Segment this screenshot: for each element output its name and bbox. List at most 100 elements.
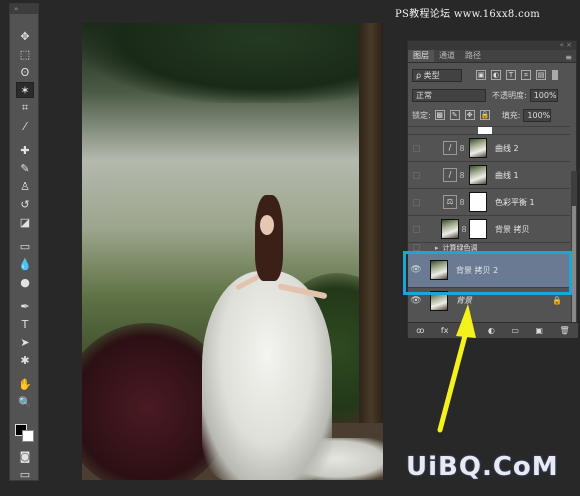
tab-channels[interactable]: 通道 — [434, 50, 460, 62]
filter-shape-icon[interactable]: ⌗ — [521, 70, 531, 80]
lock-pixels-icon[interactable]: ✎ — [449, 110, 460, 120]
marquee-icon[interactable]: ⬚ — [16, 46, 34, 62]
layers-scroll-thumb[interactable] — [572, 206, 576, 326]
zoom-icon[interactable]: 🔍 — [16, 394, 34, 410]
visibility-toggle[interactable] — [413, 198, 420, 206]
group-row[interactable]: ▸ 计算绿色调 — [408, 242, 570, 252]
tree-trunk — [359, 23, 383, 423]
fill-label: 填充: — [501, 110, 521, 120]
layer-thumb — [430, 260, 448, 280]
new-layer-icon[interactable]: ▣ — [535, 326, 543, 335]
crop-icon[interactable]: ⌗ — [16, 100, 34, 116]
layer-name: 曲线 2 — [495, 143, 519, 153]
link-icon: 8 — [459, 170, 465, 180]
layer-mask-thumb — [469, 138, 487, 158]
layer-name: 色彩平衡 1 — [495, 197, 535, 207]
visibility-toggle[interactable] — [413, 225, 420, 233]
trash-icon[interactable]: 🗑 — [560, 326, 570, 335]
layer-row-partial — [408, 126, 570, 134]
visibility-toggle[interactable] — [413, 244, 420, 251]
folder-icon[interactable]: ▭ — [511, 326, 519, 335]
partial-mask-thumb — [478, 127, 492, 134]
clone-stamp-icon[interactable]: ♙ — [16, 178, 34, 194]
layer-mask-thumb — [469, 192, 487, 212]
eye-icon[interactable]: 👁 — [408, 265, 424, 275]
tab-paths[interactable]: 路径 — [460, 50, 486, 62]
link-icon: 8 — [459, 143, 465, 153]
layer-name: 背景 拷贝 — [495, 224, 530, 234]
color-balance-icon: ⚖ — [443, 195, 457, 209]
history-brush-icon[interactable]: ↺ — [16, 196, 34, 212]
filter-smart-icon[interactable]: ▤ — [536, 70, 546, 80]
bride-face — [260, 215, 274, 235]
layers-panel: « × 图层 通道 路径 ≡ ρ 类型 ▣ ◐ T ⌗ ▤ 正常 不透明度: 1… — [407, 40, 578, 338]
layer-thumb — [441, 219, 459, 239]
brush-icon[interactable]: ✎ — [16, 160, 34, 176]
link-icon: 8 — [459, 197, 465, 207]
shape-icon[interactable]: ✱ — [16, 352, 34, 368]
layer-row[interactable]: ⚖ 8 色彩平衡 1 — [408, 188, 570, 215]
lock-transparency-icon[interactable]: ▩ — [434, 110, 445, 120]
layer-row[interactable]: 8 背景 拷贝 — [408, 215, 570, 242]
quick-mask-icon[interactable]: ◙ — [16, 448, 34, 464]
blend-row: 正常 不透明度: 100% — [408, 87, 578, 103]
type-icon[interactable]: T — [16, 316, 34, 332]
visibility-toggle[interactable] — [413, 171, 420, 179]
link-icon[interactable]: ꝏ — [416, 326, 424, 335]
site-watermark: PS教程论坛 www.16xx8.com — [395, 9, 541, 20]
filter-pixel-icon[interactable]: ▣ — [476, 70, 486, 80]
layer-row[interactable]: ∕ 8 曲线 1 — [408, 161, 570, 188]
hand-icon[interactable]: ✋ — [16, 376, 34, 392]
pen-icon[interactable]: ✒ — [16, 298, 34, 314]
panel-header[interactable]: « × — [408, 41, 576, 50]
filter-adjustment-icon[interactable]: ◐ — [491, 70, 501, 80]
magic-wand-icon[interactable]: ✶ — [16, 82, 34, 98]
eye-icon[interactable]: 👁 — [408, 296, 424, 306]
photoshop-window: PS教程论坛 www.16xx8.com » ✥ ⬚ ʘ ✶ ⌗ ⁄ ✚ ✎ ♙… — [0, 0, 580, 496]
bride-hair — [255, 195, 283, 281]
healing-brush-icon[interactable]: ✚ — [16, 142, 34, 158]
adjustment-icon[interactable]: ◐ — [488, 326, 495, 335]
visibility-toggle[interactable] — [413, 144, 420, 152]
lock-position-icon[interactable]: ✥ — [464, 110, 475, 120]
screen-mode-icon[interactable]: ▭ — [16, 466, 34, 482]
panel-tabs: 图层 通道 路径 ≡ — [408, 50, 576, 63]
layer-mask-thumb — [469, 219, 487, 239]
layer-filter-select[interactable]: ρ 类型 — [412, 68, 462, 82]
tab-layers[interactable]: 图层 — [408, 50, 434, 62]
layer-name: 背景 拷贝 2 — [456, 265, 499, 275]
lock-row: 锁定: ▩ ✎ ✥ 🔒 填充: 100% — [408, 107, 578, 123]
curves-icon: ∕ — [443, 141, 457, 155]
blend-mode-select[interactable]: 正常 — [412, 88, 486, 102]
dodge-icon[interactable]: ● — [16, 274, 34, 290]
curves-icon: ∕ — [443, 168, 457, 182]
eraser-icon[interactable]: ◪ — [16, 214, 34, 230]
background-color-swatch[interactable] — [22, 430, 34, 442]
eyedropper-icon[interactable]: ⁄ — [16, 118, 34, 134]
lock-label: 锁定: — [412, 110, 431, 120]
filter-toggle[interactable] — [552, 70, 558, 80]
tree-canopy — [82, 23, 383, 103]
filter-row: ρ 类型 ▣ ◐ T ⌗ ▤ — [408, 67, 578, 83]
bride-dress — [202, 271, 332, 480]
document-canvas[interactable] — [82, 23, 383, 480]
path-selection-icon[interactable]: ➤ — [16, 334, 34, 350]
lock-all-icon[interactable]: 🔒 — [479, 110, 490, 120]
blur-icon[interactable]: 💧 — [16, 256, 34, 272]
panel-menu-icon[interactable]: ≡ — [565, 53, 576, 62]
layer-row-selected[interactable]: 👁 背景 拷贝 2 — [408, 252, 570, 287]
opacity-label: 不透明度: — [492, 90, 527, 100]
filter-type-icon[interactable]: T — [506, 70, 516, 80]
group-folder-icon: ▸ — [435, 243, 439, 252]
layer-row[interactable]: ∕ 8 曲线 2 — [408, 134, 570, 161]
layer-mask-thumb — [469, 165, 487, 185]
brand-watermark: UiBQ.CoM — [406, 452, 559, 482]
move-icon[interactable]: ✥ — [16, 28, 34, 44]
lasso-icon[interactable]: ʘ — [16, 64, 34, 80]
opacity-input[interactable]: 100% — [529, 88, 558, 102]
toolbar-collapse[interactable]: » — [10, 4, 38, 14]
link-icon: 8 — [461, 224, 467, 234]
gradient-icon[interactable]: ▭ — [16, 238, 34, 254]
annotation-arrow — [437, 304, 476, 433]
fill-input[interactable]: 100% — [523, 108, 552, 122]
